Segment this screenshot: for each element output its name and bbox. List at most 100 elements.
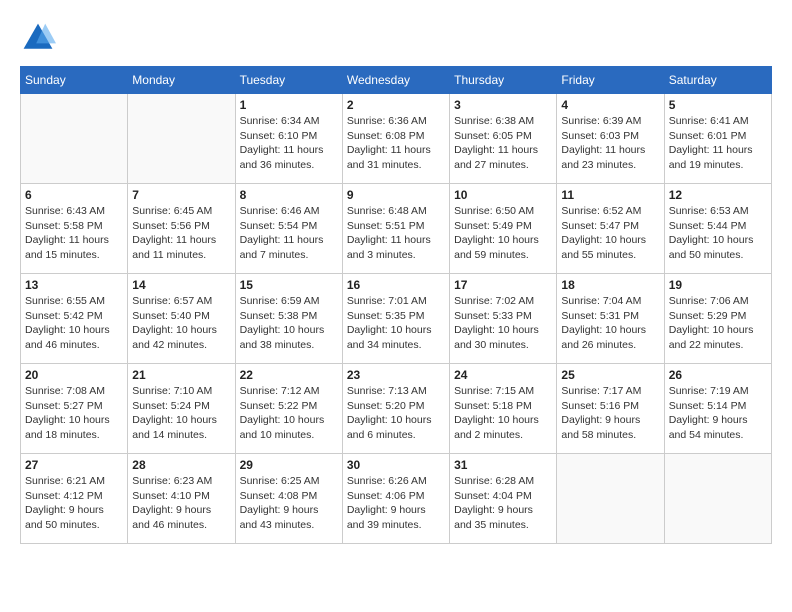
day-cell: 14Sunrise: 6:57 AM Sunset: 5:40 PM Dayli…: [128, 274, 235, 364]
day-number: 18: [561, 278, 659, 292]
calendar-table: SundayMondayTuesdayWednesdayThursdayFrid…: [20, 66, 772, 544]
weekday-header-wednesday: Wednesday: [342, 67, 449, 94]
week-row-4: 20Sunrise: 7:08 AM Sunset: 5:27 PM Dayli…: [21, 364, 772, 454]
day-info: Sunrise: 7:13 AM Sunset: 5:20 PM Dayligh…: [347, 384, 445, 443]
day-info: Sunrise: 7:04 AM Sunset: 5:31 PM Dayligh…: [561, 294, 659, 353]
day-cell: 8Sunrise: 6:46 AM Sunset: 5:54 PM Daylig…: [235, 184, 342, 274]
day-info: Sunrise: 6:28 AM Sunset: 4:04 PM Dayligh…: [454, 474, 552, 533]
day-info: Sunrise: 6:48 AM Sunset: 5:51 PM Dayligh…: [347, 204, 445, 263]
day-info: Sunrise: 6:26 AM Sunset: 4:06 PM Dayligh…: [347, 474, 445, 533]
day-cell: 24 Sunrise: 7:15 AM Sunset: 5:18 PM Dayli…: [450, 364, 557, 454]
day-cell: 1 Sunrise: 6:34 AM Sunset: 6:10 PM Daylig…: [235, 94, 342, 184]
day-info: Sunrise: 6:57 AM Sunset: 5:40 PM Dayligh…: [132, 294, 230, 353]
day-number: 24: [454, 368, 552, 382]
day-info: Sunrise: 7:06 AM Sunset: 5:29 PM Dayligh…: [669, 294, 767, 353]
day-cell: 10 Sunrise: 6:50 AM Sunset: 5:49 PM Dayli…: [450, 184, 557, 274]
day-cell: [664, 454, 771, 544]
day-cell: 21 Sunrise: 7:10 AM Sunset: 5:24 PM Dayli…: [128, 364, 235, 454]
day-cell: 29 Sunrise: 6:25 AM Sunset: 4:08 PM Dayli…: [235, 454, 342, 544]
day-number: 6: [25, 188, 123, 202]
day-info: Sunrise: 7:15 AM Sunset: 5:18 PM Dayligh…: [454, 384, 552, 443]
weekday-header-row: SundayMondayTuesdayWednesdayThursdayFrid…: [21, 67, 772, 94]
day-cell: 9 Sunrise: 6:48 AM Sunset: 5:51 PM Daylig…: [342, 184, 449, 274]
weekday-header-tuesday: Tuesday: [235, 67, 342, 94]
week-row-1: 1 Sunrise: 6:34 AM Sunset: 6:10 PM Daylig…: [21, 94, 772, 184]
day-cell: 3 Sunrise: 6:38 AM Sunset: 6:05 PM Daylig…: [450, 94, 557, 184]
day-cell: 30 Sunrise: 6:26 AM Sunset: 4:06 PM Dayli…: [342, 454, 449, 544]
day-cell: 20Sunrise: 7:08 AM Sunset: 5:27 PM Dayli…: [21, 364, 128, 454]
day-number: 16: [347, 278, 445, 292]
day-cell: 6Sunrise: 6:43 AM Sunset: 5:58 PM Daylig…: [21, 184, 128, 274]
weekday-header-saturday: Saturday: [664, 67, 771, 94]
day-number: 11: [561, 188, 659, 202]
day-cell: [557, 454, 664, 544]
day-number: 27: [25, 458, 123, 472]
day-info: Sunrise: 6:25 AM Sunset: 4:08 PM Dayligh…: [240, 474, 338, 533]
day-info: Sunrise: 7:02 AM Sunset: 5:33 PM Dayligh…: [454, 294, 552, 353]
day-cell: 5Sunrise: 6:41 AM Sunset: 6:01 PM Daylig…: [664, 94, 771, 184]
day-info: Sunrise: 6:45 AM Sunset: 5:56 PM Dayligh…: [132, 204, 230, 263]
week-row-5: 27Sunrise: 6:21 AM Sunset: 4:12 PM Dayli…: [21, 454, 772, 544]
day-cell: 18 Sunrise: 7:04 AM Sunset: 5:31 PM Dayli…: [557, 274, 664, 364]
week-row-2: 6Sunrise: 6:43 AM Sunset: 5:58 PM Daylig…: [21, 184, 772, 274]
day-number: 2: [347, 98, 445, 112]
day-cell: 2Sunrise: 6:36 AM Sunset: 6:08 PM Daylig…: [342, 94, 449, 184]
day-cell: 27Sunrise: 6:21 AM Sunset: 4:12 PM Dayli…: [21, 454, 128, 544]
day-number: 21: [132, 368, 230, 382]
day-info: Sunrise: 6:38 AM Sunset: 6:05 PM Dayligh…: [454, 114, 552, 173]
day-number: 5: [669, 98, 767, 112]
day-cell: 19 Sunrise: 7:06 AM Sunset: 5:29 PM Dayli…: [664, 274, 771, 364]
day-cell: 11 Sunrise: 6:52 AM Sunset: 5:47 PM Dayli…: [557, 184, 664, 274]
day-info: Sunrise: 6:39 AM Sunset: 6:03 PM Dayligh…: [561, 114, 659, 173]
day-info: Sunrise: 7:10 AM Sunset: 5:24 PM Dayligh…: [132, 384, 230, 443]
day-cell: 7 Sunrise: 6:45 AM Sunset: 5:56 PM Daylig…: [128, 184, 235, 274]
weekday-header-friday: Friday: [557, 67, 664, 94]
day-info: Sunrise: 7:12 AM Sunset: 5:22 PM Dayligh…: [240, 384, 338, 443]
day-cell: 17 Sunrise: 7:02 AM Sunset: 5:33 PM Dayli…: [450, 274, 557, 364]
day-number: 30: [347, 458, 445, 472]
logo-icon: [20, 20, 56, 56]
day-number: 7: [132, 188, 230, 202]
day-number: 19: [669, 278, 767, 292]
day-number: 3: [454, 98, 552, 112]
day-info: Sunrise: 6:52 AM Sunset: 5:47 PM Dayligh…: [561, 204, 659, 263]
day-cell: 23 Sunrise: 7:13 AM Sunset: 5:20 PM Dayli…: [342, 364, 449, 454]
day-info: Sunrise: 6:34 AM Sunset: 6:10 PM Dayligh…: [240, 114, 338, 173]
day-info: Sunrise: 7:17 AM Sunset: 5:16 PM Dayligh…: [561, 384, 659, 443]
day-number: 8: [240, 188, 338, 202]
day-number: 13: [25, 278, 123, 292]
day-number: 12: [669, 188, 767, 202]
weekday-header-thursday: Thursday: [450, 67, 557, 94]
day-cell: 4 Sunrise: 6:39 AM Sunset: 6:03 PM Daylig…: [557, 94, 664, 184]
day-number: 29: [240, 458, 338, 472]
weekday-header-sunday: Sunday: [21, 67, 128, 94]
day-info: Sunrise: 7:08 AM Sunset: 5:27 PM Dayligh…: [25, 384, 123, 443]
day-number: 4: [561, 98, 659, 112]
day-info: Sunrise: 6:50 AM Sunset: 5:49 PM Dayligh…: [454, 204, 552, 263]
day-number: 1: [240, 98, 338, 112]
day-info: Sunrise: 6:55 AM Sunset: 5:42 PM Dayligh…: [25, 294, 123, 353]
day-cell: 26 Sunrise: 7:19 AM Sunset: 5:14 PM Dayli…: [664, 364, 771, 454]
day-cell: 31 Sunrise: 6:28 AM Sunset: 4:04 PM Dayli…: [450, 454, 557, 544]
day-info: Sunrise: 7:19 AM Sunset: 5:14 PM Dayligh…: [669, 384, 767, 443]
day-info: Sunrise: 7:01 AM Sunset: 5:35 PM Dayligh…: [347, 294, 445, 353]
day-number: 10: [454, 188, 552, 202]
day-cell: 28Sunrise: 6:23 AM Sunset: 4:10 PM Dayli…: [128, 454, 235, 544]
day-cell: 22Sunrise: 7:12 AM Sunset: 5:22 PM Dayli…: [235, 364, 342, 454]
day-cell: [128, 94, 235, 184]
day-number: 31: [454, 458, 552, 472]
day-cell: 15Sunrise: 6:59 AM Sunset: 5:38 PM Dayli…: [235, 274, 342, 364]
day-cell: [21, 94, 128, 184]
day-number: 28: [132, 458, 230, 472]
day-number: 17: [454, 278, 552, 292]
day-cell: 25 Sunrise: 7:17 AM Sunset: 5:16 PM Dayli…: [557, 364, 664, 454]
weekday-header-monday: Monday: [128, 67, 235, 94]
week-row-3: 13 Sunrise: 6:55 AM Sunset: 5:42 PM Dayli…: [21, 274, 772, 364]
day-number: 9: [347, 188, 445, 202]
day-number: 23: [347, 368, 445, 382]
day-number: 26: [669, 368, 767, 382]
day-info: Sunrise: 6:53 AM Sunset: 5:44 PM Dayligh…: [669, 204, 767, 263]
day-cell: 12 Sunrise: 6:53 AM Sunset: 5:44 PM Dayli…: [664, 184, 771, 274]
header: [20, 20, 772, 56]
day-number: 25: [561, 368, 659, 382]
